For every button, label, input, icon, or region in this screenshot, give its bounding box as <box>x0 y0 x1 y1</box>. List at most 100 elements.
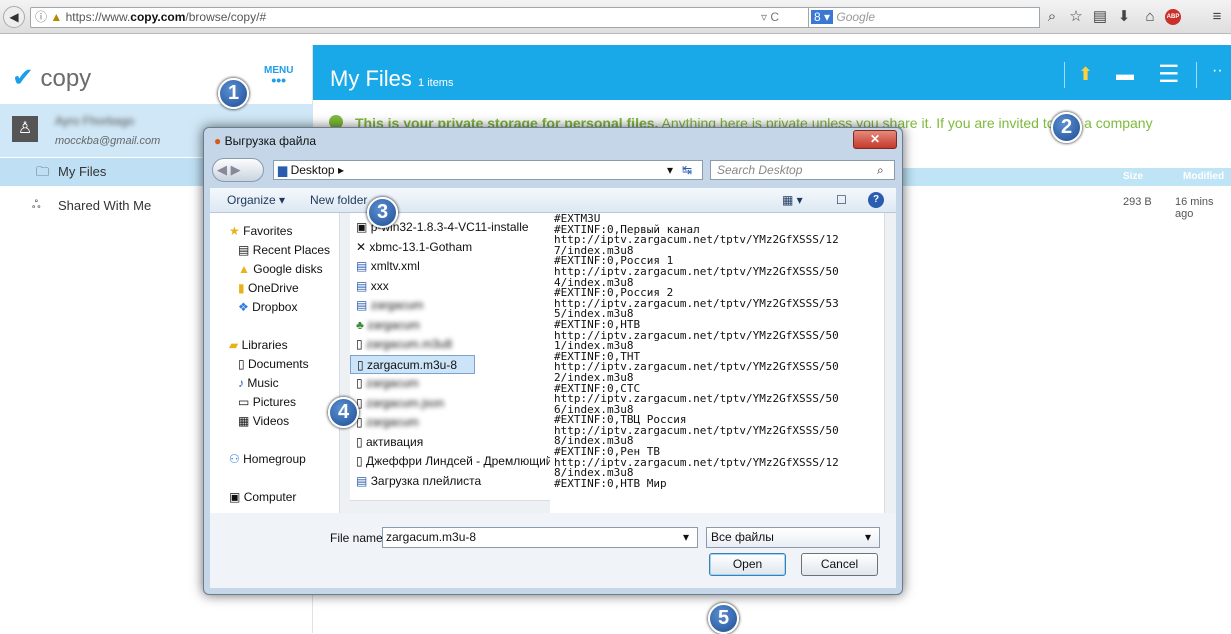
dialog-search-placeholder: Search Desktop <box>717 163 803 177</box>
nav-documents[interactable]: ▯ Documents <box>210 355 350 374</box>
nav-label: Google disks <box>253 262 323 276</box>
list-item[interactable]: ✕ xbmc-13.1-Gotham <box>350 238 550 258</box>
list-item[interactable]: ▯ zargacum.json <box>350 394 550 414</box>
list-item[interactable]: ▯ активация <box>350 433 550 453</box>
nav-favorites[interactable]: ★ Favorites <box>210 222 350 241</box>
nav-dropbox[interactable]: ❖ Dropbox <box>210 298 350 317</box>
filetype-select[interactable]: Все файлы ▾ <box>706 527 880 548</box>
horizontal-scrollbar[interactable] <box>350 500 550 513</box>
dialog-footer <box>210 513 896 588</box>
dialog-title-text: Выгрузка файла <box>224 134 317 148</box>
nav-onedrive[interactable]: ▮ OneDrive <box>210 279 350 298</box>
list-item[interactable]: ▯ zargacum.m3u8 <box>350 335 550 355</box>
file-icon: ▯ <box>357 357 364 372</box>
preview-scrollbar[interactable] <box>884 213 896 513</box>
new-folder-icon[interactable]: ▬ <box>1116 64 1134 85</box>
callout-marker: 3 <box>367 197 398 228</box>
pictures-icon: ▭ <box>238 395 250 409</box>
cancel-button[interactable]: Cancel <box>801 553 878 576</box>
reload-icon[interactable]: ▿ C <box>761 8 779 27</box>
column-modified[interactable]: Modified <box>1183 171 1224 182</box>
nav-label: Libraries <box>241 338 288 352</box>
nav-computer[interactable]: ▣ Computer <box>210 488 350 507</box>
list-item[interactable]: ▤ Загрузка плейлиста <box>350 472 550 492</box>
user-email: mocckba@gmail.com <box>55 135 161 147</box>
sidebar-item-label: Shared With Me <box>58 198 152 213</box>
refresh-icon[interactable]: ↹ <box>682 161 692 179</box>
logo-bird-icon: ✔ <box>12 62 34 92</box>
videos-icon: ▦ <box>238 414 250 428</box>
list-item[interactable]: ▤ xmltv.xml <box>350 257 550 277</box>
nav-scrollbar[interactable] <box>339 213 350 513</box>
copy-logo[interactable]: ✔ copy <box>12 62 91 93</box>
reading-list-icon[interactable]: ▤ <box>1090 7 1110 27</box>
nav-homegroup[interactable]: ⚇ Homegroup <box>210 450 350 469</box>
browser-search[interactable]: 8 ▾ Google <box>808 7 1040 28</box>
file-list: ▣ p-win32-1.8.3-4-VC11-installe ✕ xbmc-1… <box>350 213 550 513</box>
nav-recent-places[interactable]: ▤ Recent Places <box>210 241 350 260</box>
more-icon[interactable]: ·· <box>1212 62 1223 80</box>
file-label: zargacum.m3u-8 <box>366 357 457 372</box>
chevron-down-icon: ▾ <box>865 530 872 544</box>
list-item[interactable]: ▤ xxx <box>350 277 550 297</box>
file-label: xmltv.xml <box>370 259 420 273</box>
nav-google-disks[interactable]: ▲ Google disks <box>210 260 350 279</box>
list-view-icon[interactable]: ☰ <box>1158 60 1180 89</box>
dialog-title: ● Выгрузка файла <box>214 134 316 148</box>
column-size[interactable]: Size <box>1123 171 1143 182</box>
list-item[interactable]: ▯ Джеффри Линдсей - Дремлющий <box>350 452 550 472</box>
view-options-icon[interactable]: ▦ ▾ <box>782 188 803 213</box>
logo-text: copy <box>40 65 92 92</box>
help-icon[interactable]: ? <box>868 192 884 208</box>
upload-icon[interactable]: ⬆ <box>1078 64 1093 85</box>
back-button[interactable]: ◀ <box>3 6 25 28</box>
list-item-selected[interactable]: ▯ zargacum.m3u-8 <box>350 354 475 374</box>
chevron-down-icon[interactable]: ▾ <box>683 528 689 547</box>
dialog-search[interactable]: Search Desktop ⌕ <box>710 160 895 180</box>
preview-pane-icon[interactable]: ☐ <box>836 188 847 213</box>
nav-label: Videos <box>252 414 290 428</box>
list-item[interactable]: ▤ zargacum <box>350 296 550 316</box>
file-modified: 16 mins ago <box>1175 196 1214 220</box>
file-icon: ▯ <box>356 434 363 449</box>
browser-menu-icon[interactable]: ≡ <box>1207 7 1227 27</box>
filename-value: zargacum.m3u-8 <box>386 530 477 544</box>
dialog-toolbar: Organize ▾ New folder ▦ ▾ ☐ ? <box>210 188 896 213</box>
home-icon[interactable]: ⌂ <box>1140 7 1160 27</box>
nav-label: Favorites <box>243 224 293 238</box>
callout-marker: 2 <box>1051 112 1082 143</box>
nav-libraries[interactable]: ▰ Libraries <box>210 336 350 355</box>
title-text: My Files <box>330 66 412 91</box>
address-bar[interactable]: ▆ Desktop ▸ ▾ ↹ <box>273 160 703 180</box>
file-label: xbmc-13.1-Gotham <box>369 239 473 254</box>
google-drive-icon: ▲ <box>238 262 250 276</box>
nav-music[interactable]: ♪ Music <box>210 374 350 393</box>
close-button[interactable]: ✕ <box>853 130 897 149</box>
organize-button[interactable]: Organize ▾ <box>227 188 285 213</box>
filename-input[interactable]: zargacum.m3u-8 ▾ <box>382 527 698 548</box>
menu-button[interactable]: MENU ••• <box>264 65 293 87</box>
search-icon[interactable]: ⌕ <box>877 161 884 179</box>
sidebar-item-label: My Files <box>58 164 107 179</box>
dropdown-icon[interactable]: ▾ <box>667 161 673 179</box>
divider <box>1064 62 1065 88</box>
url-bar[interactable]: ⓘ ▲ https://www.copy.com/browse/copy/# ▿… <box>30 7 900 28</box>
search-engine-icon[interactable]: 8 ▾ <box>811 10 834 24</box>
list-item[interactable]: ♣ zargacum <box>350 316 550 336</box>
list-item[interactable]: ▯ zargacum <box>350 413 550 433</box>
user-name: Ayro Fhorbago <box>55 114 135 128</box>
list-item[interactable]: ▯ zargacum <box>350 374 550 394</box>
callout-marker: 4 <box>328 397 359 428</box>
adblock-icon[interactable]: ABP <box>1165 9 1181 25</box>
new-folder-button[interactable]: New folder <box>310 188 367 213</box>
file-preview: #EXTM3U #EXTINF:0,Первый канал http://ip… <box>550 213 896 513</box>
download-icon[interactable]: ⬇ <box>1114 7 1134 27</box>
bookmark-star-icon[interactable]: ☆ <box>1066 7 1086 27</box>
installer-icon: ▣ <box>356 220 368 234</box>
file-icon: ♣ <box>356 317 364 332</box>
people-icon: ஃ <box>32 199 41 211</box>
search-icon[interactable]: ⌕ <box>1042 7 1062 27</box>
open-button[interactable]: Open <box>709 553 786 576</box>
file-icon: ▤ <box>356 259 368 273</box>
back-forward-buttons[interactable]: ◀ ▶ <box>212 158 264 182</box>
